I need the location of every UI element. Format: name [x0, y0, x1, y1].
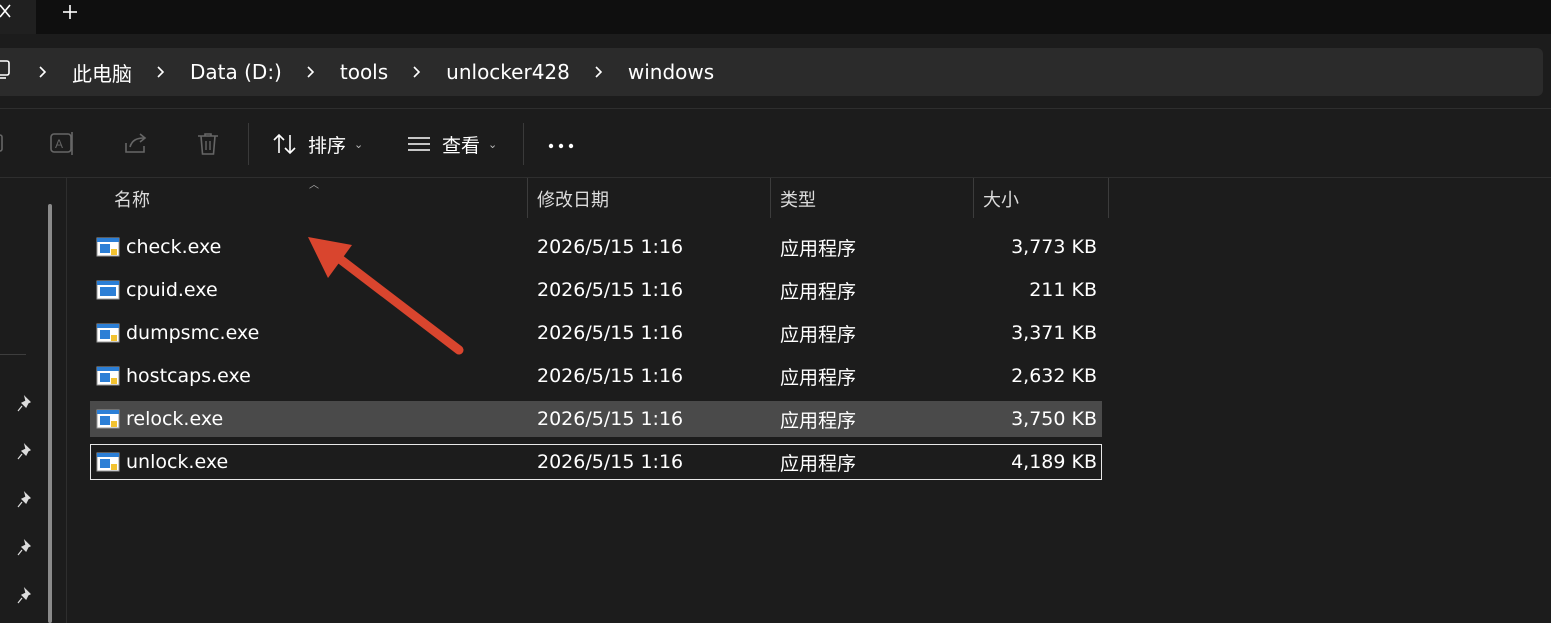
file-type: 应用程序: [780, 452, 857, 475]
sort-icon: [273, 133, 296, 155]
file-type: 应用程序: [780, 280, 857, 303]
pin-icon[interactable]: [16, 539, 34, 557]
column-header-modified[interactable]: 修改日期: [537, 178, 771, 220]
address-bar[interactable]: 此电脑 Data (D:) tools unlocker428 windows: [0, 48, 1543, 96]
plus-icon[interactable]: [56, 0, 84, 24]
file-modified: 2026/5/15 1:16: [537, 279, 684, 301]
breadcrumb-item[interactable]: unlocker428: [446, 60, 570, 84]
column-header-type[interactable]: 类型: [780, 178, 972, 220]
chevron-down-icon: ⌄: [354, 137, 364, 151]
tab-bar: [0, 0, 1551, 34]
file-row[interactable]: check.exe 2026/5/15 1:16 应用程序 3,773 KB: [90, 229, 1102, 265]
file-name: dumpsmc.exe: [126, 322, 260, 344]
file-type: 应用程序: [780, 409, 857, 432]
column-divider[interactable]: [1108, 178, 1109, 218]
file-type: 应用程序: [780, 237, 857, 260]
command-bar: A 排序 ⌄ 查看 ⌄: [0, 108, 1551, 178]
file-type: 应用程序: [780, 366, 857, 389]
file-modified: 2026/5/15 1:16: [537, 451, 684, 473]
chevron-down-icon: ⌄: [488, 137, 498, 151]
column-header-name[interactable]: 名称: [114, 178, 526, 220]
file-row-focused[interactable]: unlock.exe 2026/5/15 1:16 应用程序 4,189 KB: [90, 444, 1102, 480]
computer-icon: [0, 60, 10, 79]
file-type: 应用程序: [780, 323, 857, 346]
pin-icon[interactable]: [16, 395, 34, 413]
file-size: 3,371 KB: [1011, 322, 1097, 344]
file-row[interactable]: dumpsmc.exe 2026/5/15 1:16 应用程序 3,371 KB: [90, 315, 1102, 351]
file-name: cpuid.exe: [126, 279, 218, 301]
file-list: ︿ 名称 修改日期 类型 大小 check.exe 2026/5/15 1:16…: [80, 178, 1551, 623]
exe-file-icon: [96, 409, 120, 429]
exe-file-icon: [96, 280, 120, 300]
share-icon[interactable]: [122, 131, 150, 157]
nav-divider: [0, 354, 26, 355]
toolbar-divider: [248, 123, 249, 165]
breadcrumb-item[interactable]: tools: [340, 60, 388, 84]
view-list-icon: [408, 137, 430, 151]
exe-file-icon: [96, 452, 120, 472]
file-size: 4,189 KB: [1011, 451, 1097, 473]
file-modified: 2026/5/15 1:16: [537, 365, 684, 387]
delete-icon[interactable]: [195, 131, 221, 157]
file-size: 3,773 KB: [1011, 236, 1097, 258]
column-divider[interactable]: [527, 178, 528, 218]
file-size: 2,632 KB: [1011, 365, 1097, 387]
chevron-right-icon[interactable]: [304, 65, 318, 79]
copy-icon[interactable]: [0, 131, 6, 155]
file-row[interactable]: cpuid.exe 2026/5/15 1:16 应用程序 211 KB: [90, 272, 1102, 308]
file-size: 211 KB: [1029, 279, 1097, 301]
more-icon[interactable]: [547, 139, 575, 153]
svg-text:A: A: [55, 137, 63, 151]
file-name: relock.exe: [126, 408, 224, 430]
exe-file-icon: [96, 366, 120, 386]
nav-scrollbar[interactable]: [48, 204, 52, 623]
breadcrumb-item[interactable]: windows: [628, 60, 714, 84]
file-name: unlock.exe: [126, 451, 229, 473]
pin-icon[interactable]: [16, 587, 34, 605]
breadcrumb-item[interactable]: Data (D:): [190, 60, 282, 84]
view-label: 查看: [442, 134, 481, 157]
breadcrumb: 此电脑 Data (D:) tools unlocker428 windows: [36, 48, 736, 96]
tab[interactable]: [0, 0, 36, 34]
address-row: 此电脑 Data (D:) tools unlocker428 windows: [0, 34, 1551, 108]
file-modified: 2026/5/15 1:16: [537, 408, 684, 430]
file-name: hostcaps.exe: [126, 365, 251, 387]
pin-icon[interactable]: [16, 443, 34, 461]
sort-button[interactable]: 排序 ⌄: [272, 123, 363, 165]
chevron-right-icon[interactable]: [410, 65, 424, 79]
column-header-size[interactable]: 大小: [983, 178, 1108, 220]
view-button[interactable]: 查看 ⌄: [406, 123, 497, 165]
chevron-right-icon[interactable]: [36, 65, 50, 79]
file-name: check.exe: [126, 236, 222, 258]
file-size: 3,750 KB: [1011, 408, 1097, 430]
exe-file-icon: [96, 237, 120, 257]
rename-icon[interactable]: A: [50, 131, 78, 157]
toolbar-divider: [523, 123, 524, 165]
exe-file-icon: [96, 323, 120, 343]
file-modified: 2026/5/15 1:16: [537, 236, 684, 258]
file-row-selected[interactable]: relock.exe 2026/5/15 1:16 应用程序 3,750 KB: [90, 401, 1102, 437]
chevron-right-icon[interactable]: [592, 65, 606, 79]
pin-icon[interactable]: [16, 491, 34, 509]
chevron-right-icon[interactable]: [154, 65, 168, 79]
sort-label: 排序: [308, 134, 347, 157]
column-divider[interactable]: [973, 178, 974, 218]
column-divider[interactable]: [770, 178, 771, 218]
breadcrumb-item[interactable]: 此电脑: [72, 58, 132, 87]
file-modified: 2026/5/15 1:16: [537, 322, 684, 344]
file-row[interactable]: hostcaps.exe 2026/5/15 1:16 应用程序 2,632 K…: [90, 358, 1102, 394]
close-icon[interactable]: [0, 0, 16, 24]
